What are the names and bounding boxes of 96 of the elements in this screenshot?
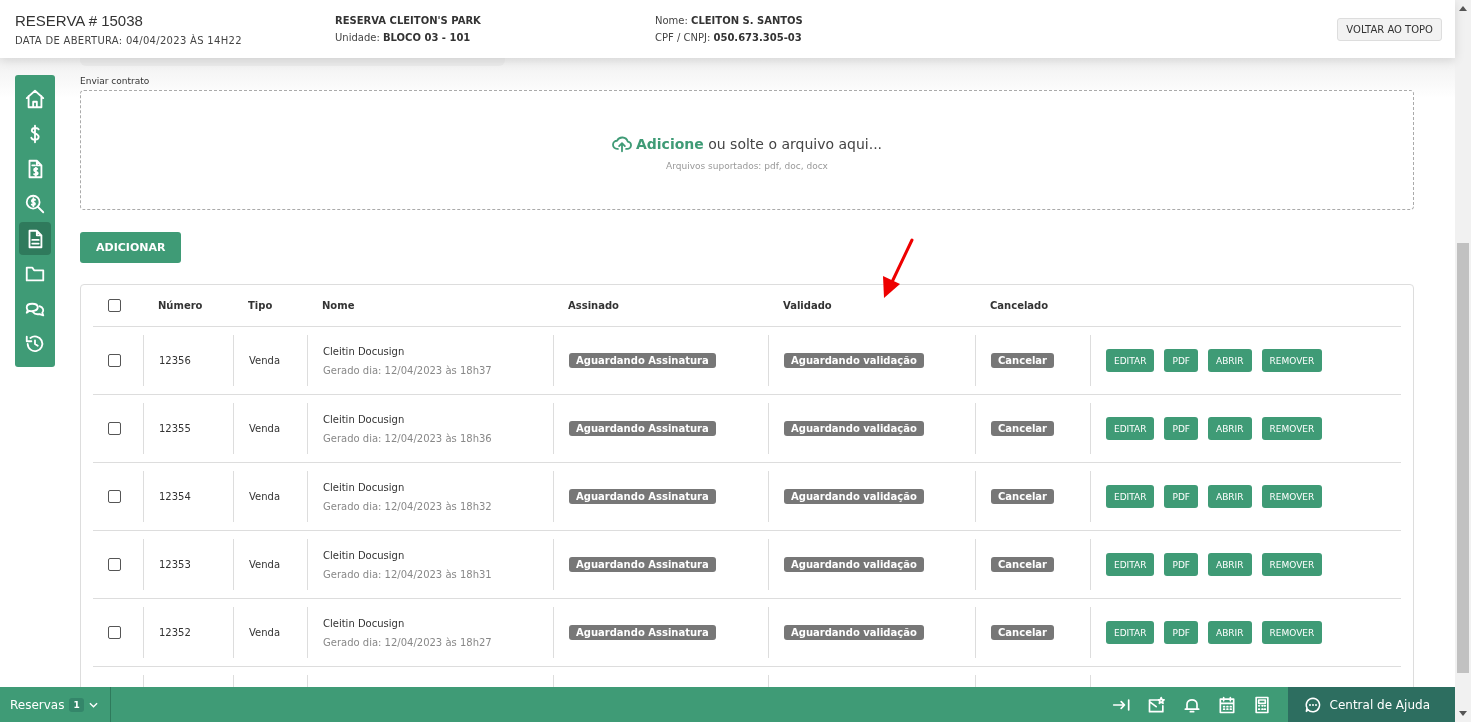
- row-checkbox[interactable]: [108, 354, 121, 367]
- status-badge: Aguardando Assinatura: [569, 489, 716, 504]
- info-field: Nome: CLEITON S. SANTOS: [655, 15, 1055, 26]
- cancel-button[interactable]: Cancelar: [991, 557, 1055, 572]
- table-cell: 12354: [159, 491, 191, 502]
- info-field: CPF / CNPJ: 050.673.305-03: [655, 32, 1055, 43]
- table-cell: Venda: [249, 627, 281, 638]
- info-field: Unidade: BLOCO 03 - 101: [335, 32, 655, 43]
- status-badge: Aguardando validação: [784, 353, 924, 368]
- table-cell: Venda: [249, 491, 281, 502]
- contract-name: Cleitin Docusign: [323, 481, 405, 493]
- status-badge: Aguardando Assinatura: [569, 421, 716, 436]
- cancel-button[interactable]: Cancelar: [991, 353, 1055, 368]
- column-header: Validado: [783, 300, 832, 311]
- status-badge: Aguardando validação: [784, 421, 924, 436]
- table-cell: 12355: [159, 423, 191, 434]
- action-button[interactable]: PDF: [1164, 621, 1199, 644]
- column-header: Tipo: [248, 300, 273, 311]
- contract-name: Cleitin Docusign: [323, 413, 405, 425]
- row-checkbox[interactable]: [108, 422, 121, 435]
- sidebar-item[interactable]: [19, 222, 51, 255]
- action-button[interactable]: PDF: [1164, 553, 1199, 576]
- cloud-upload-icon: [611, 135, 632, 153]
- cancel-button[interactable]: Cancelar: [991, 421, 1055, 436]
- action-button[interactable]: REMOVER: [1261, 553, 1323, 576]
- generated-date: Gerado dia: 12/04/2023 às 18h32: [323, 500, 492, 512]
- action-button[interactable]: PDF: [1164, 417, 1199, 440]
- cancel-button[interactable]: Cancelar: [991, 489, 1055, 504]
- action-button[interactable]: ABRIR: [1208, 553, 1252, 576]
- drop-zone[interactable]: Adicione ou solte o arquivo aqui... Arquivos suportados: pdf, doc, docx: [80, 90, 1414, 210]
- back-to-top-button[interactable]: VOLTAR AO TOPO: [1337, 17, 1442, 41]
- row-checkbox[interactable]: [108, 490, 121, 503]
- action-button[interactable]: EDITAR: [1106, 349, 1155, 372]
- add-file-link[interactable]: Adicione: [635, 136, 704, 152]
- supported-formats: Arquivos suportados: pdf, doc, docx: [666, 161, 828, 171]
- table-cell: 12356: [159, 355, 191, 366]
- count-badge: 1: [69, 697, 84, 712]
- action-button[interactable]: ABRIR: [1208, 349, 1252, 372]
- column-header: Cancelado: [990, 300, 1049, 311]
- status-badge: Aguardando Assinatura: [569, 353, 716, 368]
- select-all-checkbox[interactable]: [108, 299, 121, 312]
- table-cell: Venda: [249, 355, 281, 366]
- status-badge: Aguardando validação: [784, 489, 924, 504]
- add-button[interactable]: ADICIONAR: [80, 232, 182, 263]
- status-badge: Aguardando Assinatura: [569, 557, 716, 572]
- scroll-down-icon: [1459, 711, 1467, 716]
- table-cell: Venda: [249, 423, 281, 434]
- cancel-button[interactable]: Cancelar: [991, 625, 1055, 640]
- column-header: Número: [158, 300, 203, 311]
- action-button[interactable]: EDITAR: [1106, 553, 1155, 576]
- action-button[interactable]: EDITAR: [1106, 417, 1155, 440]
- status-badge: Aguardando validação: [784, 557, 924, 572]
- scroll-up-icon: [1459, 6, 1467, 11]
- table-cell: Venda: [249, 559, 281, 570]
- contract-name: Cleitin Docusign: [323, 549, 405, 561]
- table-cell: 12353: [159, 559, 191, 570]
- upload-label: Enviar contrato: [80, 76, 150, 86]
- status-badge: Aguardando validação: [784, 625, 924, 640]
- action-button[interactable]: ABRIR: [1208, 417, 1252, 440]
- calendar-icon: [1217, 694, 1238, 715]
- drop-instruction: Adicione ou solte o arquivo aqui...: [635, 136, 883, 152]
- action-button[interactable]: REMOVER: [1261, 349, 1323, 372]
- help-center-button[interactable]: Central de Ajuda: [1287, 687, 1455, 722]
- project-name: RESERVA CLEITON'S PARK: [335, 15, 482, 26]
- generated-date: Gerado dia: 12/04/2023 às 18h37: [323, 364, 492, 376]
- contract-name: Cleitin Docusign: [323, 617, 405, 629]
- generated-date: Gerado dia: 12/04/2023 às 18h27: [323, 636, 492, 648]
- action-button[interactable]: EDITAR: [1106, 485, 1155, 508]
- table-cell: 12352: [159, 627, 191, 638]
- row-checkbox[interactable]: [108, 626, 121, 639]
- arrow-annotation: [880, 238, 916, 300]
- contract-name: Cleitin Docusign: [323, 345, 405, 357]
- generated-date: Gerado dia: 12/04/2023 às 18h36: [323, 432, 492, 444]
- action-button[interactable]: PDF: [1164, 349, 1199, 372]
- action-button[interactable]: REMOVER: [1261, 417, 1323, 440]
- mail-star-icon: [1147, 694, 1168, 715]
- action-button[interactable]: REMOVER: [1261, 621, 1323, 644]
- action-button[interactable]: REMOVER: [1261, 485, 1323, 508]
- scrollbar-thumb[interactable]: [1457, 243, 1469, 673]
- reservations-tab[interactable]: Reservas 1: [0, 687, 111, 722]
- action-button[interactable]: ABRIR: [1208, 485, 1252, 508]
- reservation-title: RESERVA # 15038: [15, 12, 144, 29]
- chevron-down-icon: [88, 701, 98, 708]
- scrollbar[interactable]: [1455, 0, 1471, 722]
- chat-bubble-icon: [1303, 695, 1322, 714]
- action-button[interactable]: EDITAR: [1106, 621, 1155, 644]
- status-badge: Aguardando Assinatura: [569, 625, 716, 640]
- money-search-icon: [24, 192, 46, 215]
- opening-date: DATA DE ABERTURA: 04/04/2023 ÀS 14H22: [15, 35, 243, 46]
- action-button[interactable]: ABRIR: [1208, 621, 1252, 644]
- home-icon: [24, 87, 46, 110]
- column-header: Assinado: [568, 300, 619, 311]
- generated-date: Gerado dia: 12/04/2023 às 18h31: [323, 568, 492, 580]
- action-button[interactable]: PDF: [1164, 485, 1199, 508]
- row-checkbox[interactable]: [108, 558, 121, 571]
- column-header: Nome: [322, 300, 355, 311]
